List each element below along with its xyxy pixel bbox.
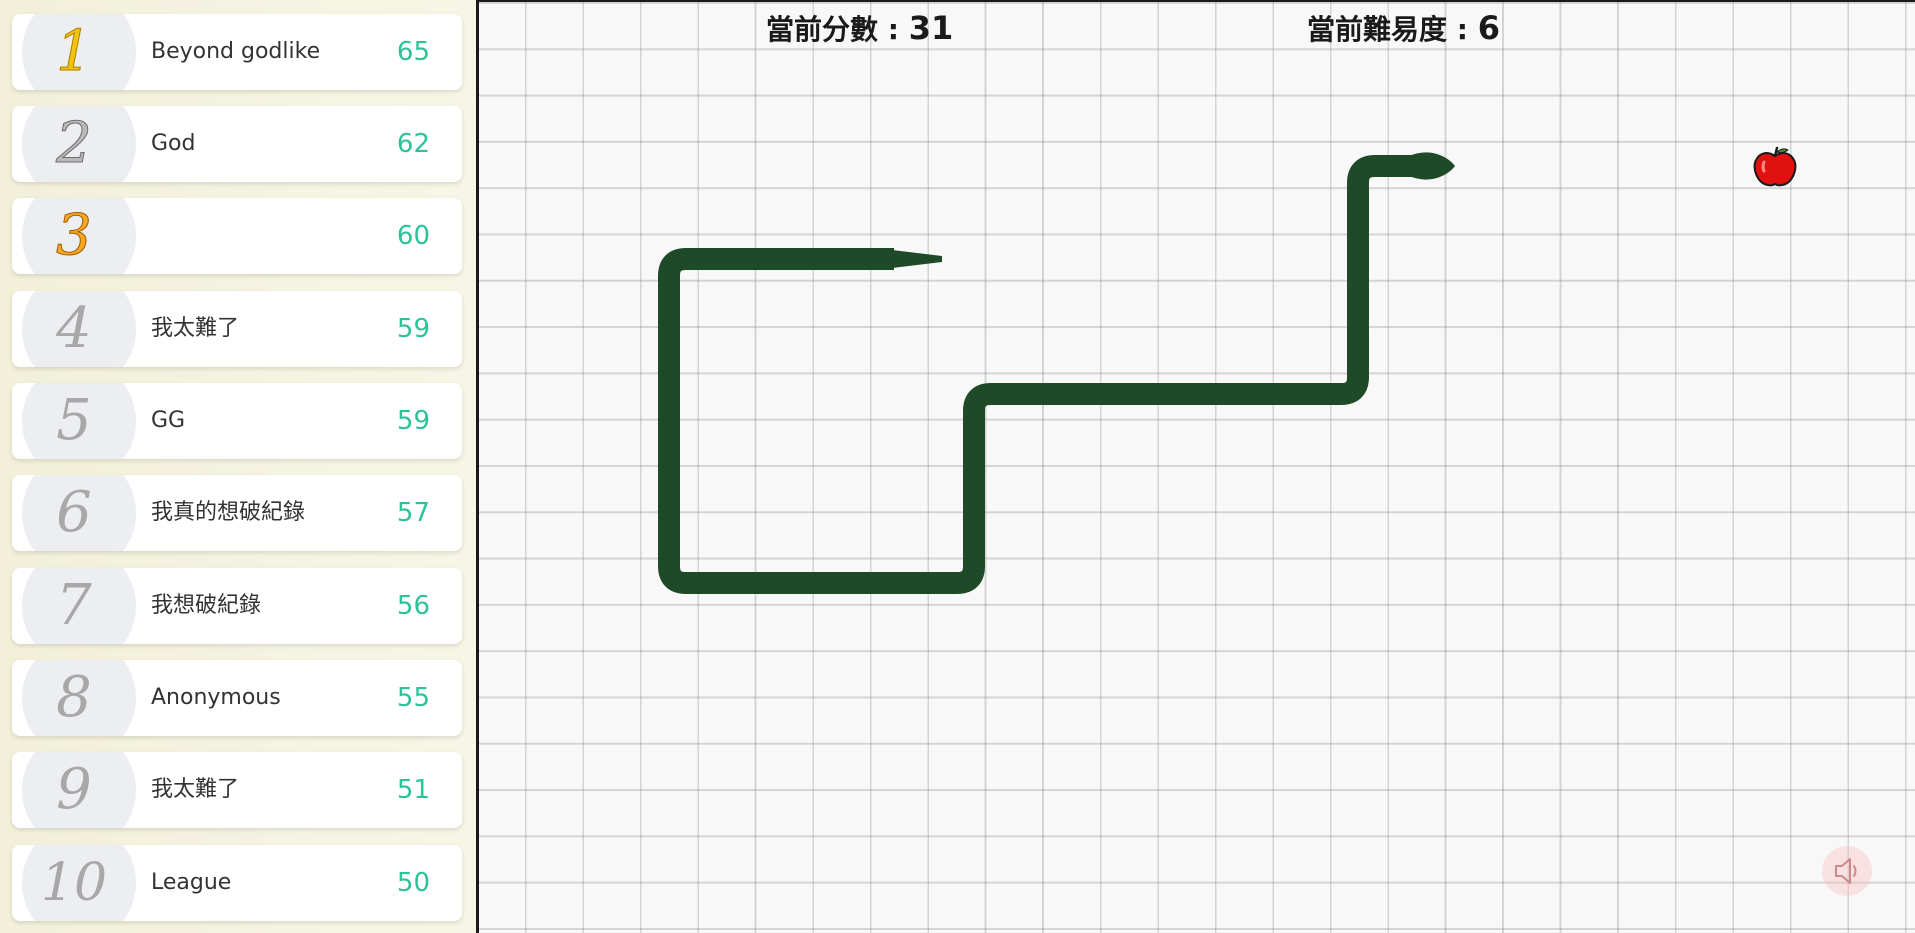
rank-number: 2 [56,111,93,177]
sound-toggle-button[interactable] [1822,846,1872,896]
leaderboard-row: 6 我真的想破紀錄 57 [12,475,462,551]
player-name: GG [151,408,186,433]
rank-number: 5 [56,388,92,453]
player-name: 我太難了 [151,316,240,341]
leaderboard-row: 1 Beyond godlike 65 [12,14,462,90]
game-board[interactable]: 當前分數 : 31 當前難易度 : 6 [476,0,1915,933]
leaderboard: 1 Beyond godlike 65 2 God 62 3 60 4 我太難了… [0,0,476,933]
player-score: 62 [396,129,430,159]
player-score: 57 [396,498,430,528]
player-score: 56 [396,591,430,621]
leaderboard-row: 9 我太難了 51 [12,752,462,828]
player-name: League [151,870,232,895]
leaderboard-row: 4 我太難了 59 [12,291,462,367]
snake-tail [884,249,942,269]
player-name: Anonymous [151,685,281,710]
player-score: 55 [396,683,430,713]
player-name: 我太難了 [151,777,240,802]
rank-number: 9 [56,757,92,822]
leaderboard-row: 2 God 62 [12,106,462,182]
apple-icon [1753,146,1797,187]
rank-number: 6 [56,480,92,545]
player-score: 51 [396,775,430,805]
player-score: 59 [396,314,430,344]
leaderboard-row: 5 GG 59 [12,383,462,459]
player-name: 我真的想破紀錄 [151,500,306,525]
rank-number: 8 [56,665,92,730]
player-score: 50 [396,868,430,898]
player-score: 60 [396,221,430,251]
snake-body [658,155,1414,594]
player-name: Beyond godlike [151,39,321,64]
rank-number: 4 [56,296,92,361]
leaderboard-row: 7 我想破紀錄 56 [12,568,462,644]
rank-number: 3 [56,203,93,269]
player-score: 65 [396,37,430,67]
rank-number: 1 [56,19,93,85]
leaderboard-row: 3 60 [12,198,462,274]
snake [658,152,1455,594]
rank-number: 10 [40,853,108,913]
speaker-icon [1835,858,1857,884]
leaderboard-row: 8 Anonymous 55 [12,660,462,736]
player-name: 我想破紀錄 [151,593,262,618]
snake-head [1409,152,1455,180]
leaderboard-row: 10 League 50 [12,845,462,921]
player-score: 59 [396,406,430,436]
rank-number: 7 [56,573,92,638]
player-name: God [151,131,196,156]
